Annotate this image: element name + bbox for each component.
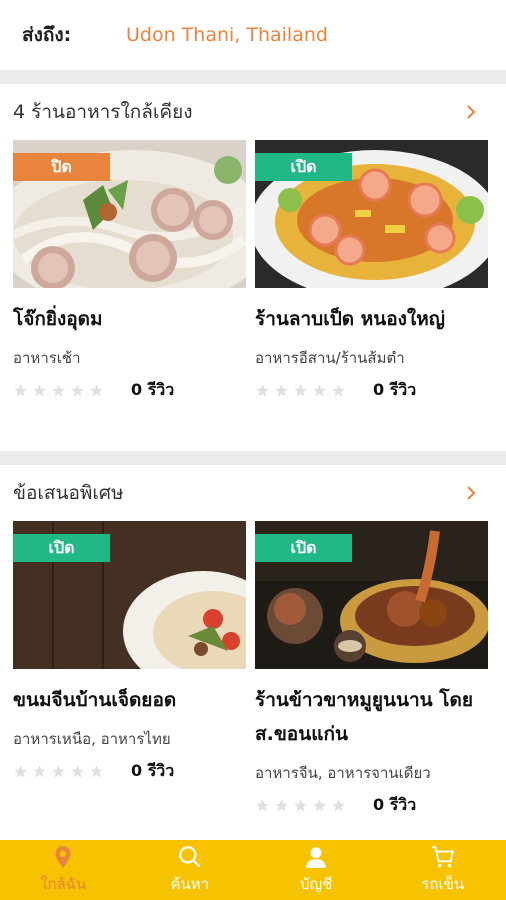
star-icon [256,384,269,397]
review-count: 0 รีวิว [131,761,175,780]
star-rating [255,798,373,813]
restaurant-card[interactable]: เปิด ร้านลาบเป็ด หนองใหญ่ อาหารอีสาน/ร้า… [255,140,488,403]
restaurant-photo: เปิด [13,521,246,669]
nav-search[interactable]: ค้นหา [127,840,254,900]
star-icon [332,799,345,812]
review-count: 0 รีวิว [373,380,417,399]
restaurant-category: อาหารจีน, อาหารจานเดียว [255,764,431,782]
restaurant-category: อาหารอีสาน/ร้านส้มตำ [255,349,405,367]
star-icon [275,384,288,397]
nav-label: ค้นหา [170,875,210,893]
star-icon [332,384,345,397]
star-icon [71,765,84,778]
restaurant-name: โจ๊กยิ่งอุดม [13,308,103,330]
open-badge: เปิด [13,534,110,562]
restaurant-category: อาหารเช้า [13,349,81,367]
restaurant-name: ร้านลาบเป็ด หนองใหญ่ [255,308,445,330]
restaurant-name: ขนมจีนบ้านเจ็ดยอด [13,689,177,711]
delivery-location-bar[interactable]: ส่งถึง: Udon Thani, Thailand [0,0,506,70]
open-badge: เปิด [255,534,352,562]
star-icon [256,799,269,812]
star-icon [52,384,65,397]
review-count: 0 รีวิว [131,380,175,399]
restaurant-photo: ปิด [13,140,246,288]
review-count: 0 รีวิว [373,795,417,814]
chevron-right-icon[interactable] [464,105,478,119]
open-badge: เปิด [255,153,352,181]
search-icon [178,846,201,868]
rating-row: 0 รีวิว [255,793,488,818]
nearby-restaurants-section: 4 ร้านอาหารใกล้เคียง ปิด โจ๊กยิ่งอุดม อา… [0,84,506,451]
star-icon [294,384,307,397]
rating-row: 0 รีวิว [255,378,488,403]
star-icon [52,765,65,778]
rating-row: 0 รีวิว [13,759,246,784]
section-header[interactable]: ข้อเสนอพิเศษ [0,465,506,521]
star-icon [14,765,27,778]
section-header[interactable]: 4 ร้านอาหารใกล้เคียง [0,84,506,140]
section-title: 4 ร้านอาหารใกล้เคียง [13,101,193,123]
divider [0,451,506,465]
star-rating [255,383,373,398]
divider [0,70,506,84]
star-rating [13,764,131,779]
restaurant-card[interactable]: ปิด โจ๊กยิ่งอุดม อาหารเช้า 0 รีวิว [13,140,246,403]
star-icon [275,799,288,812]
nav-cart[interactable]: รถเข็น [380,840,506,900]
star-icon [33,384,46,397]
cart-icon [431,846,454,868]
nav-label: ใกล้ฉัน [40,875,87,893]
star-icon [294,799,307,812]
nav-label: รถเข็น [421,875,465,893]
account-icon [306,847,326,868]
deliver-to-label: ส่งถึง: [22,24,72,46]
star-icon [33,765,46,778]
star-icon [313,799,326,812]
nav-nearby[interactable]: ใกล้ฉัน [0,840,127,900]
restaurant-photo: เปิด [255,140,488,288]
bottom-navigation: ใกล้ฉัน ค้นหา บัญชี รถเข็น [0,840,506,900]
star-icon [90,765,103,778]
delivery-location[interactable]: Udon Thani, Thailand [126,24,328,46]
star-icon [14,384,27,397]
nav-account[interactable]: บัญชี [253,840,380,900]
star-icon [71,384,84,397]
section-title: ข้อเสนอพิเศษ [13,482,124,504]
restaurant-category: อาหารเหนือ, อาหารไทย [13,730,171,748]
star-icon [90,384,103,397]
closed-badge: ปิด [13,153,110,181]
star-icon [313,384,326,397]
restaurant-card[interactable]: เปิด ขนมจีนบ้านเจ็ดยอด อาหารเหนือ, อาหาร… [13,521,246,818]
special-offers-section: ข้อเสนอพิเศษ เปิด ขนมจีนบ้านเจ็ดยอด อาหา… [0,465,506,835]
restaurant-name: ร้านข้าวขาหมูยูนนาน โดย ส.ขอนแก่น [255,689,473,745]
star-rating [13,383,131,398]
location-pin-icon [55,846,71,868]
restaurant-card[interactable]: เปิด ร้านข้าวขาหมูยูนนาน โดย ส.ขอนแก่น อ… [255,521,488,818]
restaurant-photo: เปิด [255,521,488,669]
nav-label: บัญชี [300,875,333,893]
chevron-right-icon[interactable] [464,486,478,500]
rating-row: 0 รีวิว [13,378,246,403]
